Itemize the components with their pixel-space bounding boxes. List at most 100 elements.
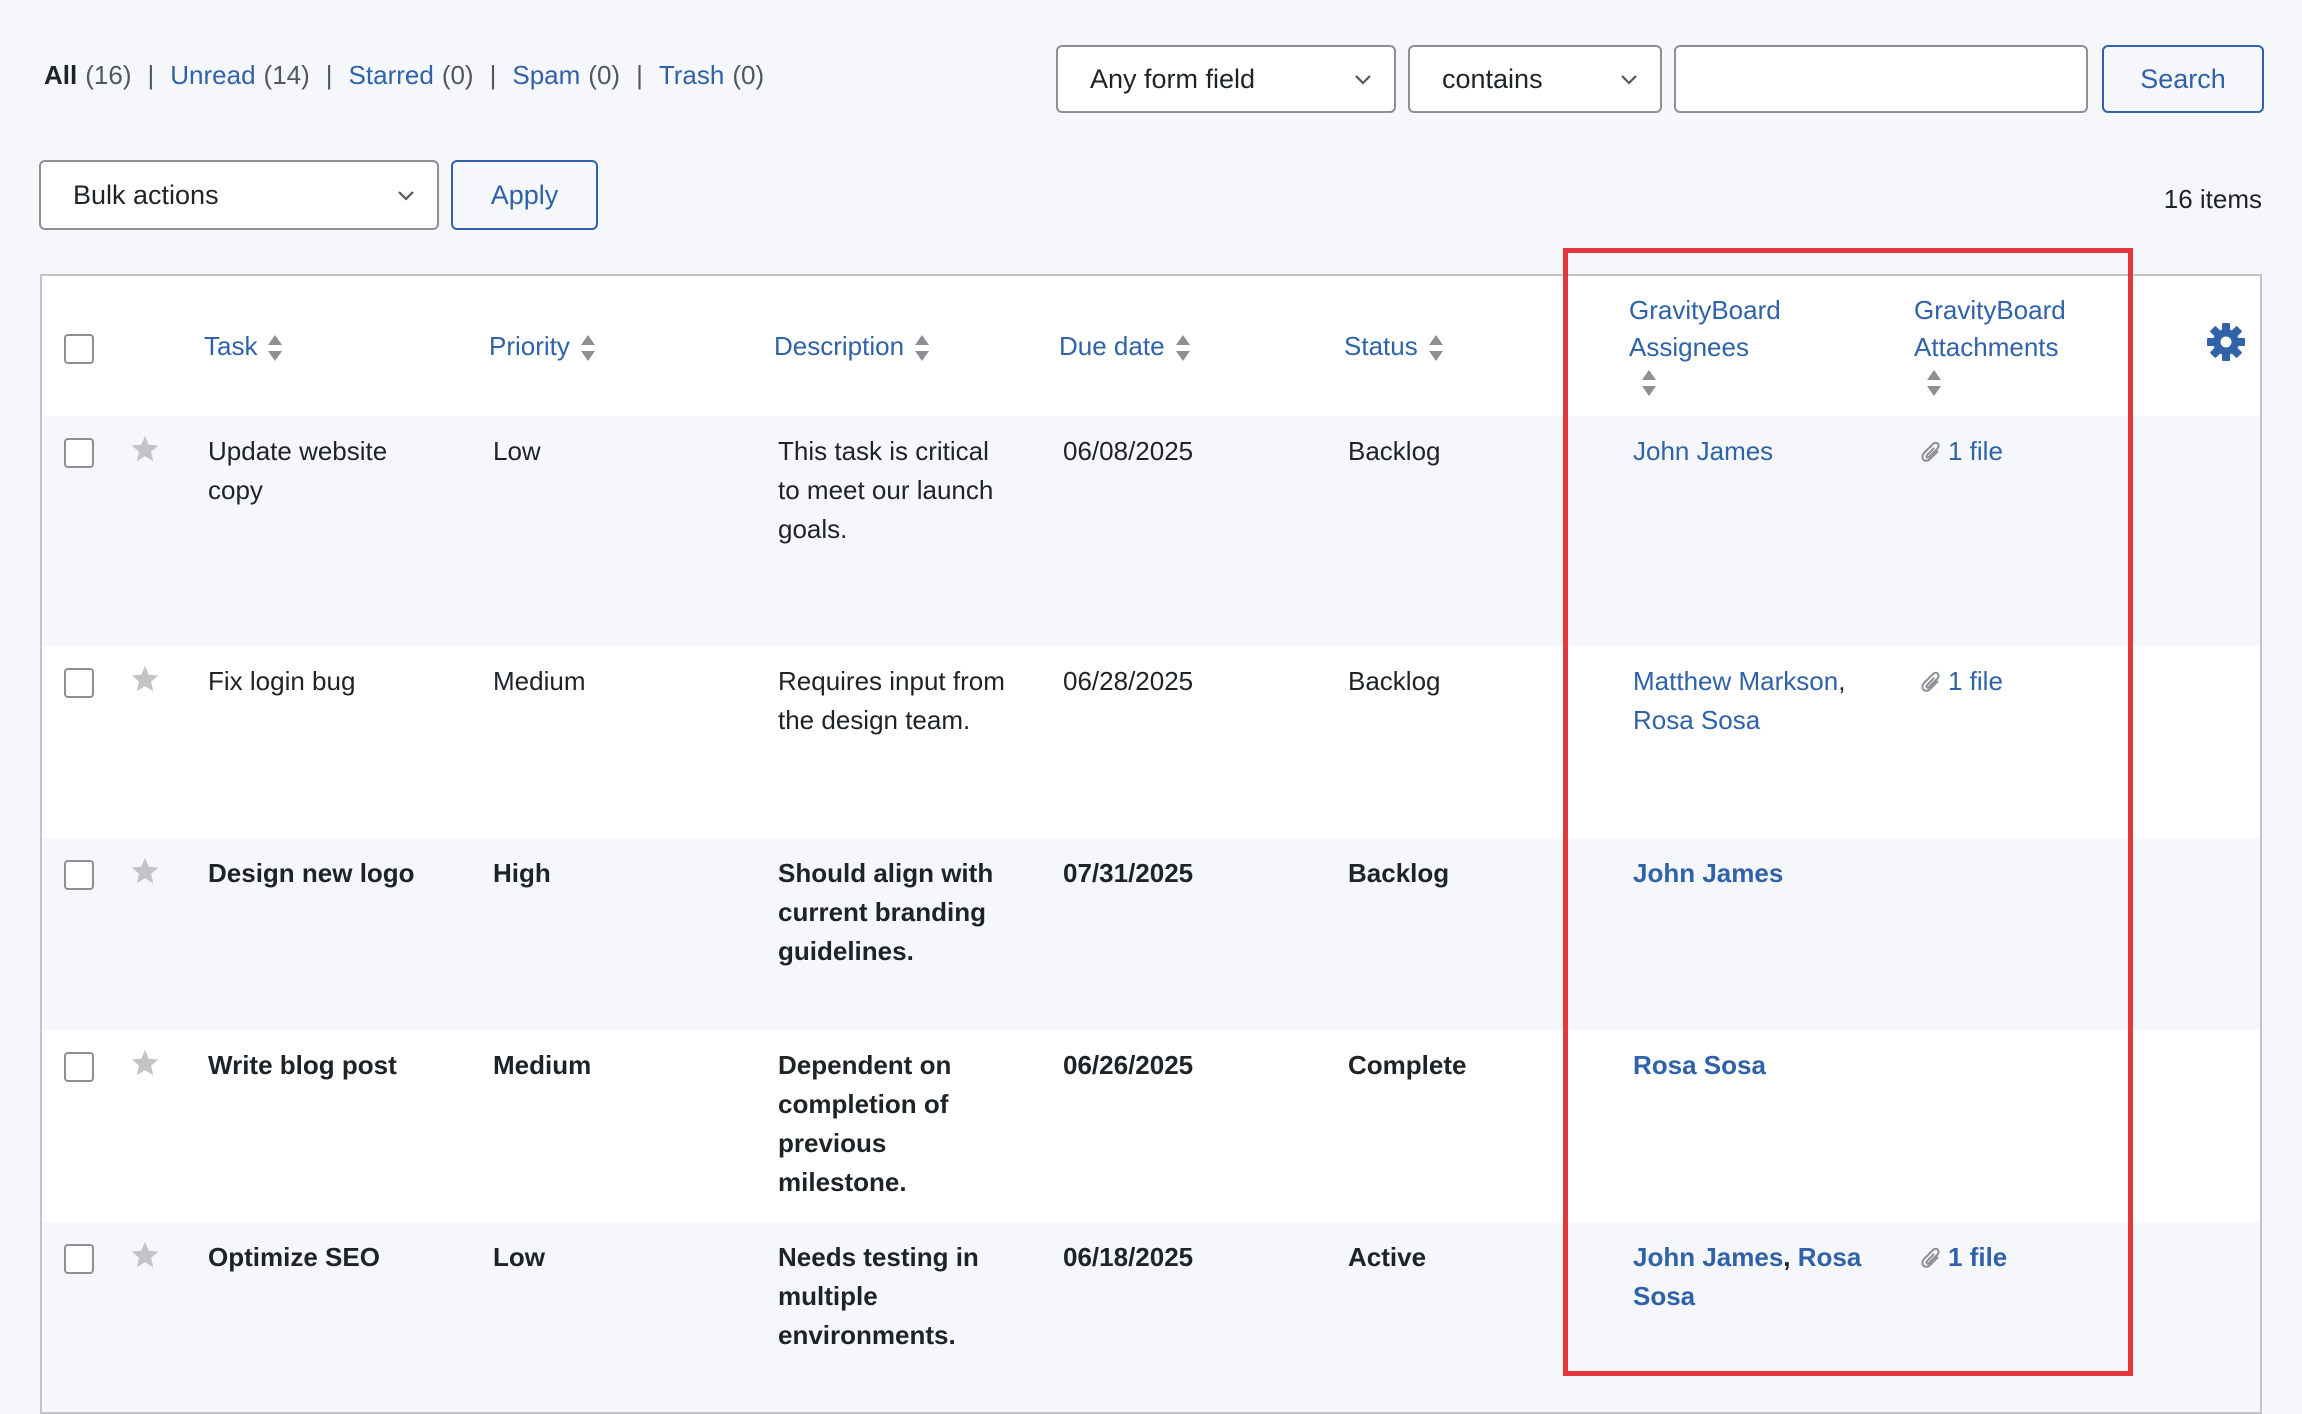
filter-separator: | xyxy=(325,60,333,90)
filter-unread[interactable]: Unread (14) xyxy=(170,60,310,91)
column-header-description[interactable]: Description xyxy=(774,328,930,365)
column-header-assignees[interactable]: GravityBoard Assignees xyxy=(1629,292,1781,398)
chevron-down-icon xyxy=(398,191,414,201)
filter-trash[interactable]: Trash (0) xyxy=(659,60,764,91)
column-header-assignees-line1[interactable]: GravityBoard xyxy=(1629,292,1781,329)
assignee-link[interactable]: Sosa xyxy=(1633,1281,1695,1311)
search-field-select[interactable]: Any form field xyxy=(1056,45,1396,113)
filter-spam-label[interactable]: Spam xyxy=(512,60,580,91)
filter-all[interactable]: All (16) xyxy=(44,60,131,91)
column-header-description-label[interactable]: Description xyxy=(774,331,904,361)
sort-arrows-icon[interactable] xyxy=(1641,368,1657,398)
attachment-link[interactable]: 1 file xyxy=(1918,662,2003,701)
star-icon[interactable] xyxy=(130,664,160,694)
task-line[interactable]: Update website xyxy=(208,432,387,471)
table-row[interactable]: Optimize SEO Low Needs testing in multip… xyxy=(42,1222,2260,1412)
assignee-link[interactable]: Rosa Sosa xyxy=(1633,705,1760,735)
task-line[interactable]: copy xyxy=(208,471,387,510)
priority-cell: Low xyxy=(493,436,541,466)
paperclip-icon xyxy=(1921,441,1940,462)
column-header-status-label[interactable]: Status xyxy=(1344,331,1418,361)
assignee-link[interactable]: Rosa xyxy=(1798,1242,1862,1272)
column-header-attachments-line1[interactable]: GravityBoard xyxy=(1914,292,2066,329)
assignees-cell: Rosa Sosa xyxy=(1633,1046,1766,1085)
sort-arrows-icon[interactable] xyxy=(267,333,283,363)
status-filters: All (16) | Unread (14) | Starred (0) | S… xyxy=(44,60,764,91)
column-header-attachments-line2[interactable]: Attachments xyxy=(1914,329,2066,366)
sort-arrows-icon[interactable] xyxy=(580,333,596,363)
column-header-assignees-line2[interactable]: Assignees xyxy=(1629,329,1781,366)
star-icon[interactable] xyxy=(130,434,160,464)
apply-button[interactable]: Apply xyxy=(451,160,598,230)
assignee-link[interactable]: Rosa Sosa xyxy=(1633,1050,1766,1080)
task-line[interactable]: Fix login bug xyxy=(208,662,355,701)
search-input[interactable] xyxy=(1674,45,2088,113)
column-header-due-date[interactable]: Due date xyxy=(1059,328,1191,365)
filter-unread-label[interactable]: Unread xyxy=(170,60,255,91)
assignee-link[interactable]: John James xyxy=(1633,858,1783,888)
select-all-checkbox[interactable] xyxy=(64,334,94,364)
column-header-task-label[interactable]: Task xyxy=(204,331,257,361)
row-checkbox[interactable] xyxy=(64,1052,94,1082)
search-operator-select[interactable]: contains xyxy=(1408,45,1662,113)
description-line: Dependent on xyxy=(778,1050,952,1080)
filter-all-label[interactable]: All xyxy=(44,60,77,91)
column-header-attachments[interactable]: GravityBoard Attachments xyxy=(1914,292,2066,398)
attachment-count[interactable]: 1 file xyxy=(1948,662,2003,701)
filter-starred[interactable]: Starred (0) xyxy=(349,60,474,91)
task-link[interactable]: Design new logo xyxy=(208,854,415,893)
priority-cell: Low xyxy=(493,1242,545,1272)
description-line: milestone. xyxy=(778,1167,907,1197)
task-link[interactable]: Write blog post xyxy=(208,1046,397,1085)
table-row[interactable]: Write blog post Medium Dependent on comp… xyxy=(42,1030,2260,1222)
task-line[interactable]: Write blog post xyxy=(208,1046,397,1085)
attachment-link[interactable]: 1 file xyxy=(1918,1238,2007,1277)
filter-starred-label[interactable]: Starred xyxy=(349,60,434,91)
sort-arrows-icon[interactable] xyxy=(914,333,930,363)
filter-spam[interactable]: Spam (0) xyxy=(512,60,620,91)
description-line: the design team. xyxy=(778,705,971,735)
assignee-link[interactable]: John James xyxy=(1633,1242,1783,1272)
search-button[interactable]: Search xyxy=(2102,45,2264,113)
due-date-cell: 06/28/2025 xyxy=(1063,666,1194,696)
assignees-cell: John James, Rosa Sosa xyxy=(1633,1238,1861,1316)
bulk-actions-select[interactable]: Bulk actions xyxy=(39,160,439,230)
column-header-status[interactable]: Status xyxy=(1344,328,1444,365)
attachment-count[interactable]: 1 file xyxy=(1948,432,2003,471)
assignees-cell: Matthew Markson, Rosa Sosa xyxy=(1633,662,1845,740)
sort-arrows-icon[interactable] xyxy=(1926,368,1942,398)
description-line: Should align with xyxy=(778,858,994,888)
filter-separator: | xyxy=(147,60,155,90)
attachment-count[interactable]: 1 file xyxy=(1948,1238,2007,1277)
table-row[interactable]: Update website copy Low This task is cri… xyxy=(42,416,2260,646)
sort-arrows-icon[interactable] xyxy=(1175,333,1191,363)
table-row[interactable]: Design new logo High Should align with c… xyxy=(42,838,2260,1030)
filter-trash-label[interactable]: Trash xyxy=(659,60,725,91)
row-checkbox[interactable] xyxy=(64,668,94,698)
row-checkbox[interactable] xyxy=(64,1244,94,1274)
sort-arrows-icon[interactable] xyxy=(1428,333,1444,363)
task-link[interactable]: Optimize SEO xyxy=(208,1238,380,1277)
star-icon[interactable] xyxy=(130,1048,160,1078)
task-link[interactable]: Update website copy xyxy=(208,432,387,510)
row-checkbox[interactable] xyxy=(64,438,94,468)
description-cell: This task is critical to meet our launch… xyxy=(778,432,993,549)
description-cell: Should align with current branding guide… xyxy=(778,854,993,971)
column-header-due-date-label[interactable]: Due date xyxy=(1059,331,1165,361)
task-line[interactable]: Design new logo xyxy=(208,854,415,893)
star-icon[interactable] xyxy=(130,1240,160,1270)
attachment-link[interactable]: 1 file xyxy=(1918,432,2003,471)
assignee-link[interactable]: John James xyxy=(1633,436,1773,466)
table-row[interactable]: Fix login bug Medium Requires input from… xyxy=(42,646,2260,838)
row-checkbox[interactable] xyxy=(64,860,94,890)
assignee-separator: , xyxy=(1783,1242,1791,1272)
column-header-task[interactable]: Task xyxy=(204,328,283,365)
column-header-priority[interactable]: Priority xyxy=(489,328,596,365)
gear-icon[interactable] xyxy=(2206,322,2246,362)
star-icon[interactable] xyxy=(130,856,160,886)
assignee-link[interactable]: Matthew Markson xyxy=(1633,666,1838,696)
column-header-priority-label[interactable]: Priority xyxy=(489,331,570,361)
paperclip-icon xyxy=(1921,671,1940,692)
task-line[interactable]: Optimize SEO xyxy=(208,1238,380,1277)
task-link[interactable]: Fix login bug xyxy=(208,662,355,701)
